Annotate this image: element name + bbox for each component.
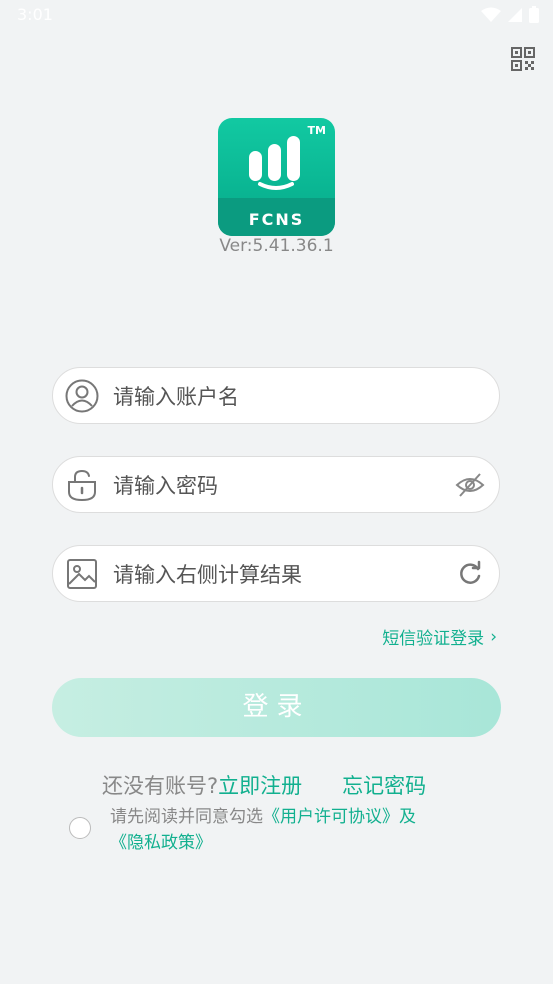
trademark-mark: TM: [307, 124, 326, 137]
captcha-input[interactable]: [111, 546, 435, 603]
account-input[interactable]: [111, 368, 435, 425]
eye-off-icon[interactable]: [455, 470, 485, 500]
app-logo: TM FCNS: [218, 118, 335, 236]
account-field[interactable]: [52, 367, 500, 425]
agreement-text: 请先阅读并同意勾选《用户许可协议》及《隐私政策》: [110, 804, 510, 856]
user-icon: [65, 379, 99, 413]
logo-brand-text: FCNS: [248, 210, 305, 229]
status-time: 3:01: [17, 5, 53, 24]
forgot-password-link[interactable]: 忘记密码: [342, 770, 426, 800]
agreement-and: 及: [399, 807, 416, 827]
password-input[interactable]: [111, 457, 435, 514]
qr-code-button[interactable]: [511, 47, 535, 71]
refresh-icon[interactable]: [455, 559, 485, 589]
app-version: Ver:5.41.36.1: [219, 236, 334, 256]
image-icon: [67, 559, 97, 589]
sms-login-label: 短信验证登录: [382, 629, 485, 649]
privacy-policy-link[interactable]: 《隐私政策》: [110, 833, 212, 853]
login-button[interactable]: 登录: [52, 678, 501, 737]
logo-badge: TM FCNS: [218, 118, 335, 236]
status-icons: [481, 6, 539, 23]
license-agreement-link[interactable]: 《用户许可协议》: [263, 807, 399, 827]
register-row: 还没有账号? 立即注册 忘记密码: [102, 770, 426, 800]
agreement-prefix: 请先阅读并同意勾选: [110, 807, 263, 827]
cellular-signal-icon: [508, 7, 522, 22]
sms-login-link[interactable]: 短信验证登录 ›: [382, 624, 497, 650]
agreement-checkbox[interactable]: [69, 817, 91, 839]
unlock-icon: [68, 469, 96, 502]
captcha-field[interactable]: [52, 545, 500, 603]
status-bar: 3:01: [0, 0, 553, 30]
password-field[interactable]: [52, 456, 500, 514]
chevron-right-icon: ›: [490, 626, 497, 647]
wifi-icon: [481, 7, 501, 22]
qr-code-icon: [511, 47, 535, 71]
battery-icon: [529, 6, 539, 23]
register-link[interactable]: 立即注册: [218, 770, 302, 800]
register-prompt: 还没有账号?: [102, 774, 219, 798]
